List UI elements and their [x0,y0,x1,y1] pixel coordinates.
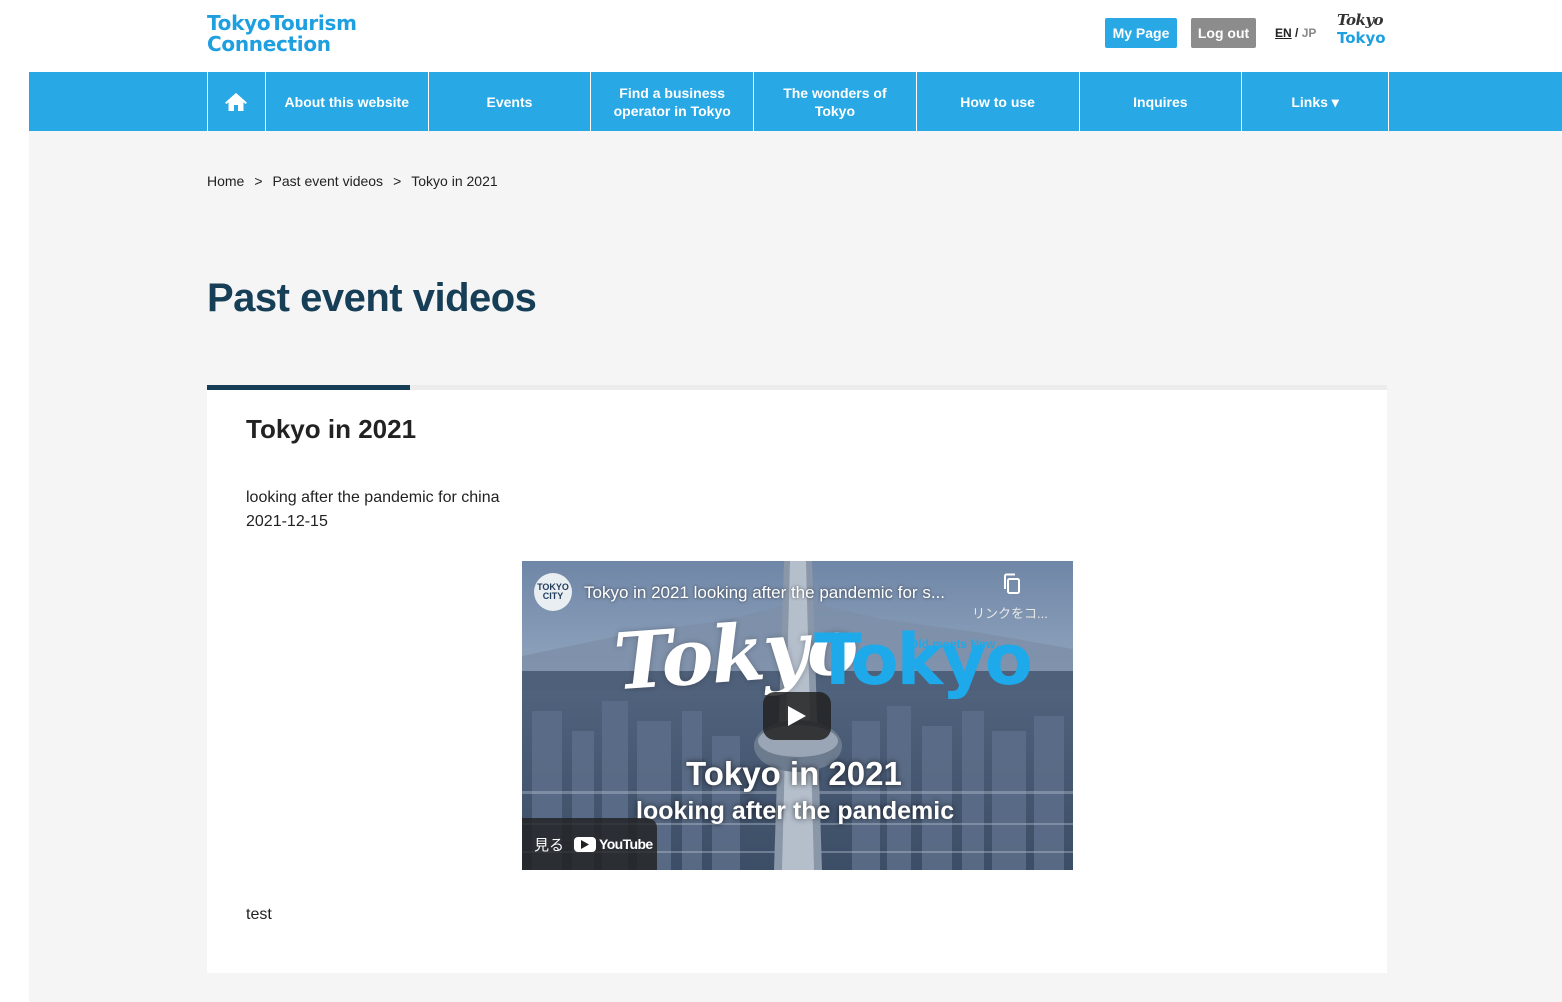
brand-line-1: Tokyo [1337,11,1384,29]
breadcrumb-home[interactable]: Home [207,173,244,189]
nav-item-find-business-label: Find a business operator in Tokyo [613,84,731,119]
play-button[interactable] [763,692,831,740]
my-page-button[interactable]: My Page [1105,18,1177,48]
channel-badge[interactable]: TOKYO CITY [534,573,572,611]
tokyo-tokyo-logo[interactable]: Tokyo Tokyo [1337,12,1389,54]
youtube-play-icon [574,836,597,852]
overlay-title-sans: Tokyo [814,619,1033,701]
video-title[interactable]: Tokyo in 2021 looking after the pandemic… [584,583,945,603]
logo-line-1: TokyoTourism [207,11,357,35]
breadcrumb-past-event-videos[interactable]: Past event videos [273,173,384,189]
logout-button[interactable]: Log out [1191,18,1256,48]
youtube-wordmark: YouTube [599,836,653,852]
lang-en-link[interactable]: EN [1275,26,1292,40]
card-description: looking after the pandemic for china 202… [246,486,499,534]
card-date: 2021-12-15 [246,513,328,530]
copy-link-icon[interactable] [1002,573,1022,595]
breadcrumb-current: Tokyo in 2021 [411,173,498,189]
youtube-logo: YouTube [574,836,653,852]
nav-item-about[interactable]: About this website [266,72,429,131]
watch-label: 見る [534,836,565,854]
nav-item-find-business[interactable]: Find a business operator in Tokyo [591,72,755,131]
lang-jp-link[interactable]: JP [1302,26,1317,40]
nav-item-wonders-label: The wonders of Tokyo [783,84,887,119]
nav-home[interactable] [208,72,266,131]
main-nav: About this website Events Find a busines… [29,72,1562,131]
play-icon [788,706,806,726]
video-card: Tokyo in 2021 looking after the pandemic… [207,385,1387,973]
nav-item-links-dropdown[interactable]: Links ▾ [1242,72,1389,131]
card-description-text: looking after the pandemic for china [246,489,500,506]
breadcrumb-separator: > [393,173,402,189]
breadcrumb: Home > Past event videos > Tokyo in 2021 [207,173,498,189]
nav-item-wonders[interactable]: The wonders of Tokyo [754,72,917,131]
home-icon [225,92,248,111]
watch-on-youtube-button[interactable]: 見る YouTube [522,818,657,870]
video-caption-line-2: looking after the pandemic [636,797,955,825]
video-caption-line-1: Tokyo in 2021 [686,755,902,792]
nav-item-how-to-use[interactable]: How to use [917,72,1080,131]
breadcrumb-separator: > [254,173,263,189]
site-logo[interactable]: TokyoTourism Connection [207,13,357,55]
language-switcher: EN / JP [1275,26,1316,40]
card-footer-text: test [246,906,272,923]
card-accent-bar [207,385,410,390]
youtube-video-embed[interactable]: TOKYO CITY Tokyo in 2021 looking after t… [522,561,1073,870]
lang-separator: / [1291,26,1302,40]
overlay-tagline: Old meets New [909,637,996,651]
site-header: TokyoTourism Connection My Page Log out … [29,0,1562,72]
page-title: Past event videos [207,276,537,320]
logo-line-2: Connection [207,32,331,56]
nav-items: About this website Events Find a busines… [207,72,1389,131]
nav-item-events[interactable]: Events [429,72,592,131]
brand-line-2: Tokyo [1337,29,1386,47]
card-title: Tokyo in 2021 [246,414,417,444]
nav-item-inquires[interactable]: Inquires [1080,72,1243,131]
